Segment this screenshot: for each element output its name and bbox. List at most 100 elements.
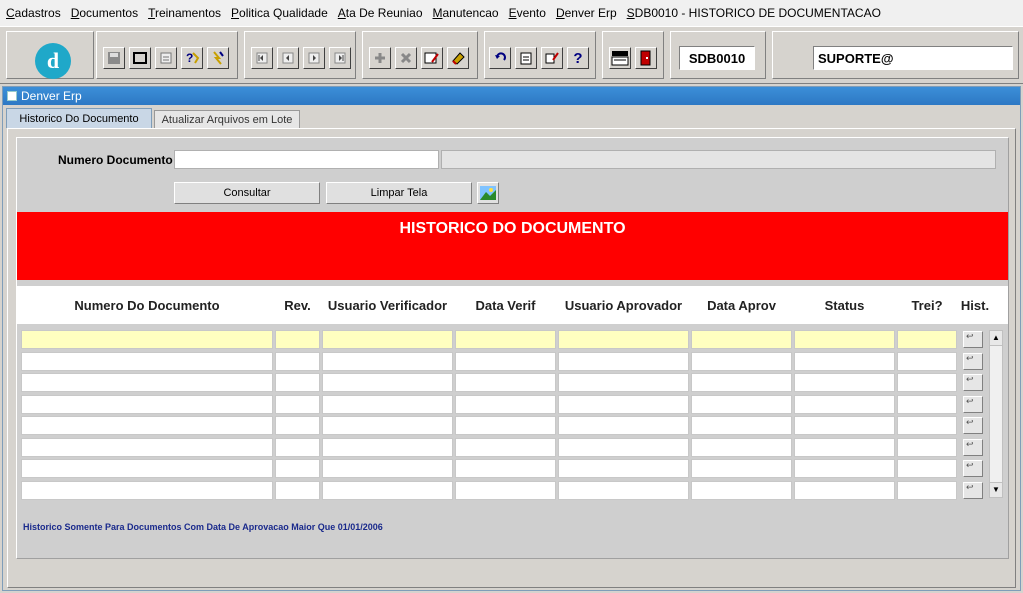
grid-cell-r6-c5[interactable] — [691, 459, 792, 478]
consultar-button[interactable]: Consultar — [174, 182, 320, 204]
grid-cell-r5-c1[interactable] — [275, 438, 320, 457]
grid-cell-r6-c7[interactable] — [897, 459, 957, 478]
grid-cell-r5-c3[interactable] — [455, 438, 556, 457]
grid-cell-r6-c4[interactable] — [558, 459, 689, 478]
grid-cell-r7-c0[interactable] — [21, 481, 273, 500]
grid-cell-r2-c5[interactable] — [691, 373, 792, 392]
menu-politica-qualidade[interactable]: Politica Qualidade — [231, 6, 328, 20]
grid-cell-r3-c1[interactable] — [275, 395, 320, 414]
hist-button-row-6[interactable]: ↩ — [963, 460, 983, 477]
grid-cell-r3-c0[interactable] — [21, 395, 273, 414]
grid-cell-r1-c4[interactable] — [558, 352, 689, 371]
tab-historico-do-documento[interactable]: Historico Do Documento — [6, 108, 152, 128]
grid-cell-r6-c0[interactable] — [21, 459, 273, 478]
print-button[interactable] — [155, 47, 177, 69]
hist-button-row-4[interactable]: ↩ — [963, 417, 983, 434]
grid-cell-r3-c5[interactable] — [691, 395, 792, 414]
save-button[interactable] — [103, 47, 125, 69]
grid-cell-r3-c4[interactable] — [558, 395, 689, 414]
grid-cell-r4-c4[interactable] — [558, 416, 689, 435]
menu-ata-de-reuniao[interactable]: Ata De Reuniao — [338, 6, 423, 20]
grid-cell-r4-c7[interactable] — [897, 416, 957, 435]
menu-cadastros[interactable]: Cadastros — [6, 6, 61, 20]
scroll-up-arrow-icon[interactable]: ▲ — [990, 331, 1002, 346]
grid-cell-r3-c3[interactable] — [455, 395, 556, 414]
menu-documentos[interactable]: Documentos — [71, 6, 138, 20]
grid-cell-r7-c6[interactable] — [794, 481, 895, 500]
grid-scrollbar[interactable]: ▲ ▼ — [989, 330, 1003, 498]
grid-cell-r5-c2[interactable] — [322, 438, 453, 457]
menu-manutencao[interactable]: Manutencao — [433, 6, 499, 20]
grid-cell-r1-c5[interactable] — [691, 352, 792, 371]
grid-cell-r6-c6[interactable] — [794, 459, 895, 478]
grid-cell-r0-c6[interactable] — [794, 330, 895, 349]
grid-cell-r6-c2[interactable] — [322, 459, 453, 478]
grid-cell-r4-c2[interactable] — [322, 416, 453, 435]
grid-cell-r2-c6[interactable] — [794, 373, 895, 392]
window-button[interactable] — [129, 47, 151, 69]
grid-cell-r3-c2[interactable] — [322, 395, 453, 414]
menu-button[interactable] — [609, 47, 631, 69]
grid-cell-r0-c3[interactable] — [455, 330, 556, 349]
hist-button-row-3[interactable]: ↩ — [963, 396, 983, 413]
grid-cell-r2-c2[interactable] — [322, 373, 453, 392]
grid-cell-r2-c7[interactable] — [897, 373, 957, 392]
grid-cell-r0-c1[interactable] — [275, 330, 320, 349]
grid-cell-r0-c7[interactable] — [897, 330, 957, 349]
grid-cell-r2-c1[interactable] — [275, 373, 320, 392]
exit-button[interactable] — [635, 47, 657, 69]
menu-sdb0010[interactable]: SDB0010 - HISTORICO DE DOCUMENTACAO — [627, 6, 881, 20]
scroll-down-arrow-icon[interactable]: ▼ — [990, 482, 1002, 497]
grid-cell-r5-c4[interactable] — [558, 438, 689, 457]
grid-cell-r7-c5[interactable] — [691, 481, 792, 500]
grid-cell-r1-c6[interactable] — [794, 352, 895, 371]
grid-cell-r0-c5[interactable] — [691, 330, 792, 349]
tab-atualizar-arquivos-em-lote[interactable]: Atualizar Arquivos em Lote — [154, 110, 300, 128]
grid-cell-r0-c4[interactable] — [558, 330, 689, 349]
edit-field-button[interactable] — [541, 47, 563, 69]
previous-record-button[interactable] — [277, 47, 299, 69]
grid-cell-r4-c5[interactable] — [691, 416, 792, 435]
grid-cell-r7-c7[interactable] — [897, 481, 957, 500]
grid-cell-r3-c6[interactable] — [794, 395, 895, 414]
grid-cell-r1-c0[interactable] — [21, 352, 273, 371]
hist-button-row-2[interactable]: ↩ — [963, 374, 983, 391]
grid-cell-r2-c4[interactable] — [558, 373, 689, 392]
grid-cell-r1-c7[interactable] — [897, 352, 957, 371]
query-button[interactable]: ? — [181, 47, 203, 69]
grid-cell-r5-c7[interactable] — [897, 438, 957, 457]
grid-cell-r1-c3[interactable] — [455, 352, 556, 371]
menu-treinamentos[interactable]: Treinamentos — [148, 6, 221, 20]
grid-cell-r7-c3[interactable] — [455, 481, 556, 500]
grid-cell-r5-c5[interactable] — [691, 438, 792, 457]
grid-cell-r7-c1[interactable] — [275, 481, 320, 500]
image-button[interactable] — [477, 182, 499, 204]
last-record-button[interactable] — [329, 47, 351, 69]
help-button[interactable]: ? — [567, 47, 589, 69]
grid-cell-r7-c4[interactable] — [558, 481, 689, 500]
grid-cell-r1-c1[interactable] — [275, 352, 320, 371]
hist-button-row-7[interactable]: ↩ — [963, 482, 983, 499]
grid-cell-r7-c2[interactable] — [322, 481, 453, 500]
grid-cell-r5-c0[interactable] — [21, 438, 273, 457]
execute-query-button[interactable] — [207, 47, 229, 69]
first-record-button[interactable] — [251, 47, 273, 69]
grid-cell-r2-c3[interactable] — [455, 373, 556, 392]
insert-record-button[interactable] — [369, 47, 391, 69]
grid-cell-r4-c0[interactable] — [21, 416, 273, 435]
grid-cell-r4-c6[interactable] — [794, 416, 895, 435]
next-record-button[interactable] — [303, 47, 325, 69]
grid-cell-r0-c2[interactable] — [322, 330, 453, 349]
grid-cell-r6-c1[interactable] — [275, 459, 320, 478]
grid-cell-r4-c3[interactable] — [455, 416, 556, 435]
undo-button[interactable] — [489, 47, 511, 69]
clear-record-button[interactable] — [447, 47, 469, 69]
grid-cell-r1-c2[interactable] — [322, 352, 453, 371]
limpar-tela-button[interactable]: Limpar Tela — [326, 182, 472, 204]
hist-button-row-0[interactable]: ↩ — [963, 331, 983, 348]
grid-cell-r0-c0[interactable] — [21, 330, 273, 349]
grid-cell-r6-c3[interactable] — [455, 459, 556, 478]
grid-cell-r3-c7[interactable] — [897, 395, 957, 414]
menu-denver-erp[interactable]: Denver Erp — [556, 6, 617, 20]
grid-cell-r4-c1[interactable] — [275, 416, 320, 435]
